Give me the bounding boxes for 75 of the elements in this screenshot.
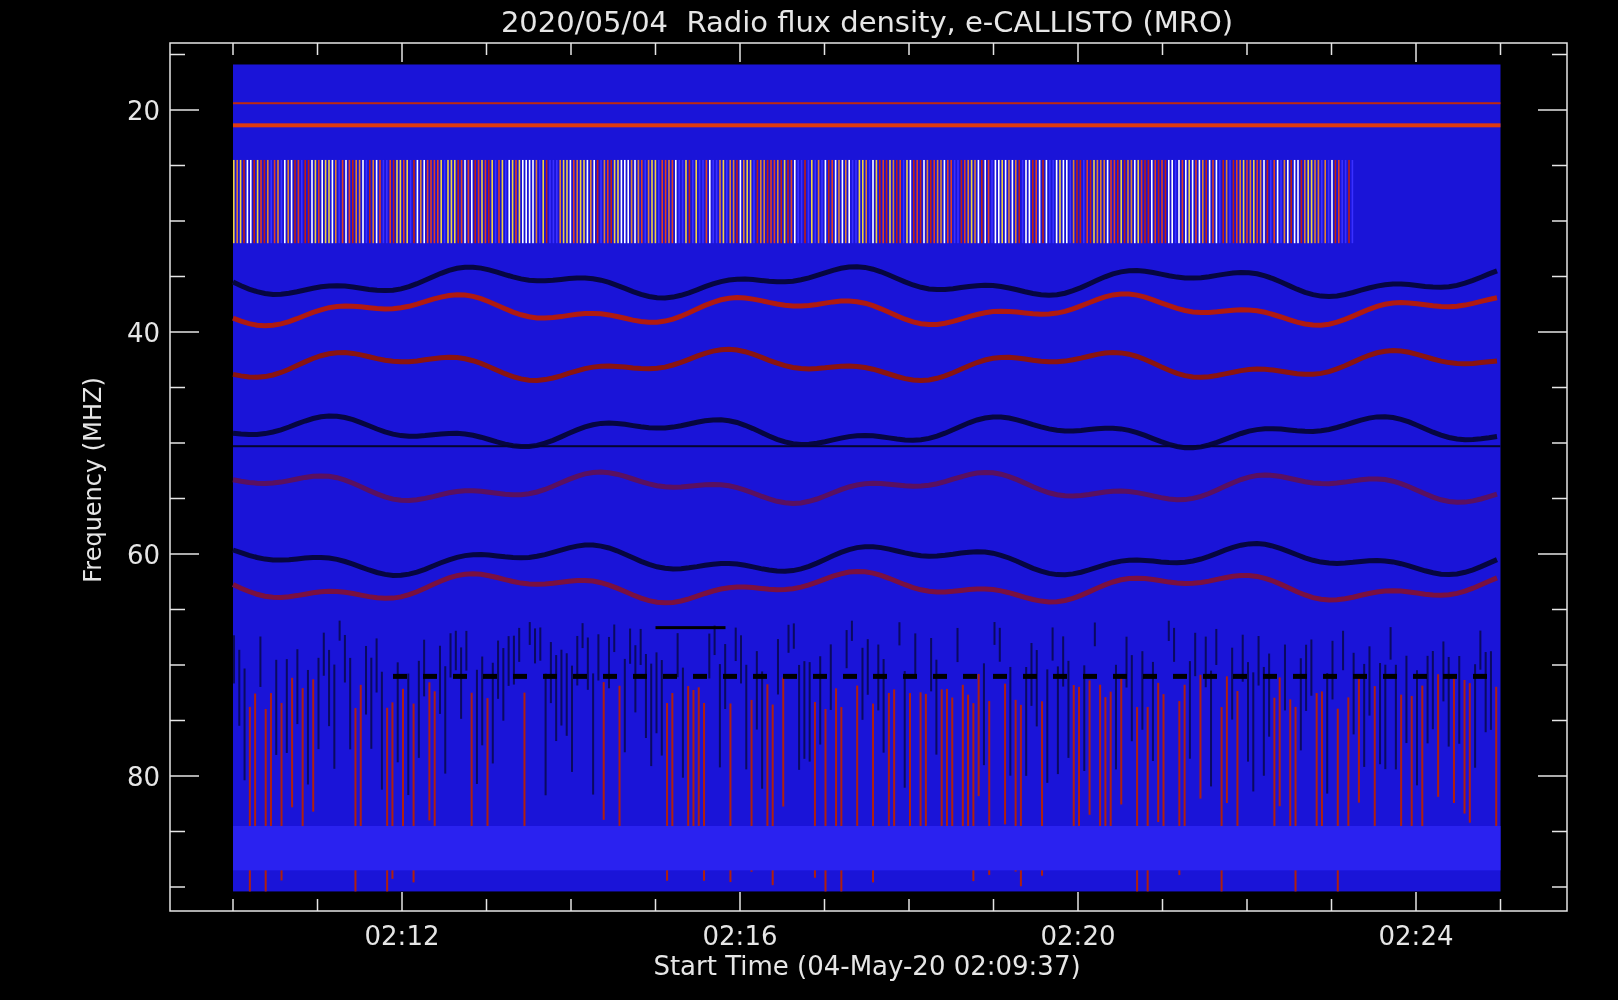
tick-mark: [485, 42, 488, 56]
tick-mark: [1551, 664, 1568, 666]
tick-mark: [169, 830, 186, 833]
y-tick-label: 40: [126, 318, 160, 348]
tick-mark: [570, 898, 572, 912]
tick-mark: [401, 42, 403, 63]
tick-mark: [169, 53, 186, 56]
tick-mark: [1551, 830, 1568, 833]
x-tick-label: 02:20: [1040, 921, 1116, 951]
tick-mark: [316, 898, 319, 912]
tick-mark: [1077, 42, 1079, 63]
tick-mark: [908, 898, 910, 912]
tick-mark: [908, 42, 910, 56]
tick-mark: [169, 331, 200, 333]
tick-mark: [1551, 886, 1568, 888]
tick-mark: [1499, 898, 1502, 912]
y-axis-label: Frequency (MHZ): [79, 377, 107, 583]
tick-mark: [1551, 719, 1568, 722]
tick-mark: [316, 42, 319, 56]
tick-mark: [169, 386, 186, 389]
tick-mark: [739, 891, 741, 912]
chart-title: 2020/05/04 Radio flux density, e-CALLISTO (MRO): [500, 5, 1234, 39]
tick-mark: [169, 497, 186, 500]
tick-mark: [232, 42, 234, 56]
tick-mark: [1551, 53, 1568, 56]
tick-mark: [232, 898, 234, 912]
tick-mark: [1499, 42, 1502, 56]
tick-mark: [823, 42, 826, 56]
tick-mark: [1246, 42, 1248, 56]
tick-mark: [1537, 553, 1568, 555]
tick-mark: [1161, 898, 1164, 912]
y-tick-label: 60: [126, 540, 160, 570]
tick-mark: [1551, 497, 1568, 500]
y-tick-label: 80: [126, 762, 160, 792]
tick-mark: [1551, 275, 1568, 278]
tick-mark: [1551, 164, 1568, 167]
x-tick-label: 02:16: [702, 921, 778, 951]
tick-mark: [1330, 42, 1333, 56]
tick-mark: [992, 42, 995, 56]
tick-mark: [654, 898, 657, 912]
tick-mark: [169, 608, 186, 611]
x-tick-label: 02:24: [1378, 921, 1454, 951]
tick-mark: [1537, 331, 1568, 333]
tick-mark: [1415, 891, 1417, 912]
tick-mark: [169, 775, 200, 777]
tick-mark: [169, 442, 186, 444]
y-tick-label: 20: [126, 96, 160, 126]
tick-mark: [1330, 898, 1333, 912]
x-axis-label: Start Time (04-May-20 02:09:37): [653, 951, 1081, 981]
tick-mark: [401, 891, 403, 912]
tick-mark: [169, 886, 186, 888]
tick-mark: [1551, 220, 1568, 222]
tick-mark: [1246, 898, 1248, 912]
tick-mark: [570, 42, 572, 56]
tick-mark: [739, 42, 741, 63]
tick-mark: [1551, 442, 1568, 444]
tick-mark: [169, 164, 186, 167]
tick-mark: [169, 275, 186, 278]
tick-mark: [169, 220, 186, 222]
x-tick-label: 02:12: [364, 921, 440, 951]
tick-mark: [1551, 608, 1568, 611]
tick-mark: [1415, 42, 1417, 63]
tick-mark: [1537, 775, 1568, 777]
tick-mark: [1551, 386, 1568, 389]
tick-mark: [1537, 109, 1568, 111]
tick-mark: [169, 109, 200, 111]
tick-mark: [992, 898, 995, 912]
tick-mark: [1077, 891, 1079, 912]
tick-mark: [654, 42, 657, 56]
tick-mark: [169, 719, 186, 722]
tick-mark: [169, 664, 186, 666]
tick-mark: [1161, 42, 1164, 56]
tick-mark: [823, 898, 826, 912]
tick-mark: [169, 553, 200, 555]
tick-mark: [485, 898, 488, 912]
